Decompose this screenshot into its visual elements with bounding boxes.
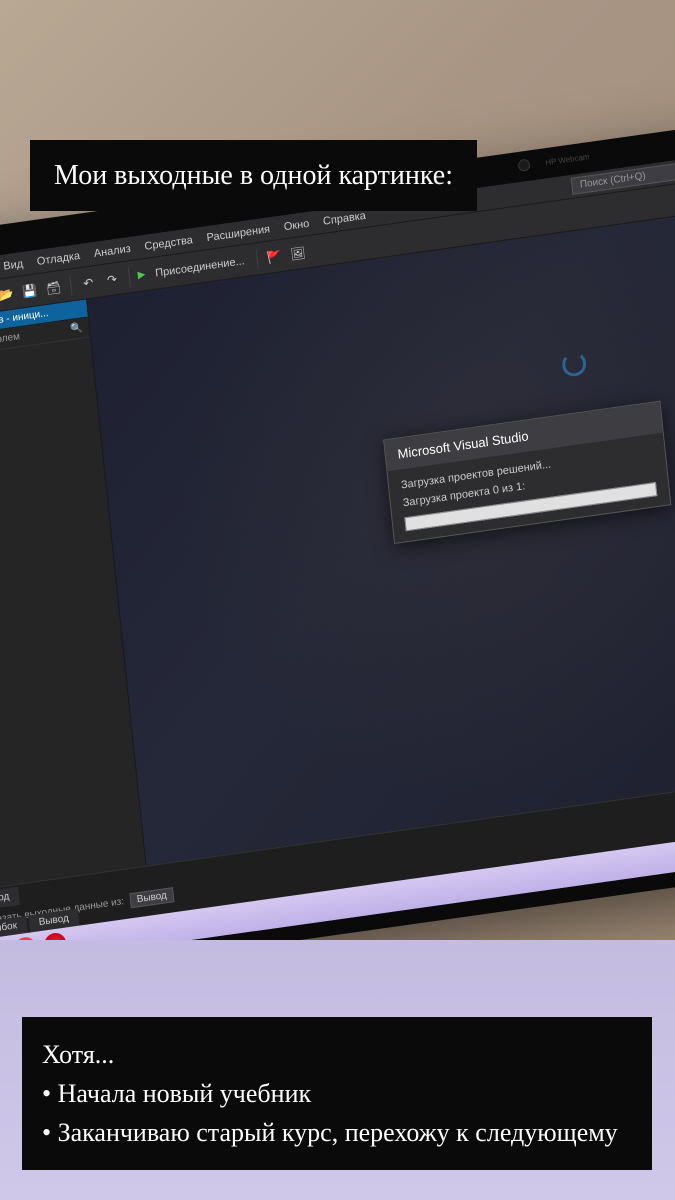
screen: Файл Правка Вид Отладка Анализ Средства … [0, 155, 675, 971]
output-source-dropdown[interactable]: Вывод [129, 887, 174, 908]
story-bottom-caption: Хотя... • Начала новый учебник • Заканчи… [22, 1017, 652, 1170]
menu-tools[interactable]: Средства [144, 234, 194, 253]
save-all-icon[interactable]: 🗃 [44, 277, 64, 297]
menu-window[interactable]: Окно [283, 217, 310, 232]
menu-extensions[interactable]: Расширения [206, 223, 271, 244]
loading-spinner-icon [561, 351, 587, 378]
menu-debug[interactable]: Отладка [36, 249, 80, 267]
laptop-bezel: HP Webcam Файл Правка Вид Отладка Анализ… [0, 123, 675, 988]
divider [128, 267, 131, 287]
menu-help[interactable]: Справка [322, 209, 366, 227]
webcam-label: HP Webcam [545, 152, 590, 167]
search-icon[interactable]: 🔍 [70, 322, 83, 335]
open-icon[interactable]: 📂 [0, 284, 16, 304]
caption-line-2: • Начала новый учебник [42, 1074, 632, 1113]
picture-icon[interactable]: 🖼 [288, 243, 308, 263]
play-icon[interactable]: ▶ [137, 269, 146, 281]
editor-area: Microsoft Visual Studio Загрузка проекто… [87, 210, 675, 891]
flag-icon[interactable]: 🚩 [264, 246, 284, 266]
redo-icon[interactable]: ↷ [102, 269, 122, 289]
loading-dialog: Microsoft Visual Studio Загрузка проекто… [383, 401, 671, 544]
caption-line-1: Хотя... [42, 1035, 632, 1074]
menu-analyze[interactable]: Анализ [93, 242, 131, 259]
story-top-caption: Мои выходные в одной картинке: [30, 140, 477, 211]
caption-line-3: • Заканчиваю старый курс, перехожу к сле… [42, 1113, 632, 1152]
toolbox-search-input[interactable]: Поиск по панели элем [0, 324, 71, 356]
attach-button[interactable]: Присоединение... [151, 254, 249, 280]
laptop: HP Webcam Файл Правка Вид Отладка Анализ… [0, 123, 675, 988]
menu-view[interactable]: Вид [3, 257, 24, 272]
save-icon[interactable]: 💾 [20, 281, 40, 301]
divider [69, 275, 72, 295]
caption-text: Мои выходные в одной картинке: [54, 160, 453, 191]
webcam-icon [518, 158, 531, 172]
divider [255, 249, 258, 269]
undo-icon[interactable]: ↶ [78, 272, 98, 292]
